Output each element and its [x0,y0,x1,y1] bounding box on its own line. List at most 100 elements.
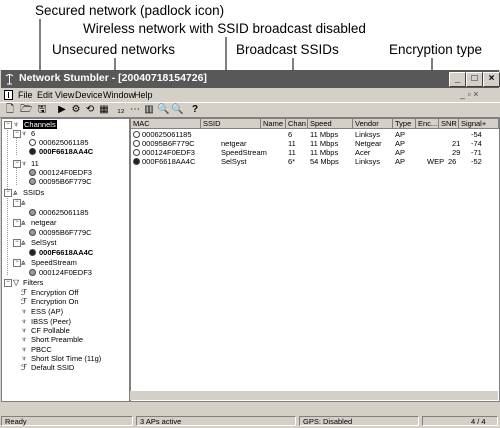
column-header-snr[interactable]: SNR [439,119,459,129]
help-icon[interactable]: ? [189,104,201,116]
signal-dot-icon [29,169,36,176]
sort-numeric-icon[interactable]: ₁₂ [115,104,127,116]
tree-ch6-ap-1[interactable]: 000625061185 [39,138,89,147]
tree-channel-11[interactable]: 11 [31,159,39,168]
netgear-toggle[interactable]: − [13,219,21,227]
filter-short-slot-time[interactable]: Short Slot Time (11g) [31,354,101,363]
ssid-icon: ⩓ [21,238,26,247]
channels-collapse-toggle[interactable]: − [4,121,12,129]
signal-dot-icon [29,229,36,236]
tree-ssid-blank-ap[interactable]: 000625061185 [39,208,89,217]
tree-ssids[interactable]: SSIDs [23,188,44,197]
row-3-mac[interactable]: 000F6618AA4C [142,157,195,166]
settings-icon[interactable]: ⚙ [70,104,82,116]
column-header-type[interactable]: Type [393,119,416,129]
menu-help[interactable]: Help [134,90,153,100]
ssids-collapse-toggle[interactable]: − [4,189,12,197]
ap-list-pane[interactable]: MAC SSID Name Chan Speed Vendor Type Enc… [130,118,500,402]
column-header-name[interactable]: Name [261,119,286,129]
tree-channels[interactable]: Channels [23,120,57,129]
filter-icon: ♆ [21,317,27,326]
column-header-signal[interactable]: Signal+ [459,119,499,129]
window-title: Network Stumbler - [20040718154726] [19,72,207,84]
open-folder-icon[interactable]: 🗁 [20,104,32,116]
row-3-chan: 6* [288,157,296,166]
column-header-mac[interactable]: MAC [131,119,201,129]
row-0-mac[interactable]: 000625061185 [142,130,192,139]
filter-icon: ℱ [21,297,28,306]
tree-view-icon[interactable]: ⋯ [129,104,141,116]
filter-icon: ℱ [21,363,28,372]
filter-encryption-off[interactable]: Encryption Off [31,288,78,297]
filter-icon: ♆ [21,354,27,363]
filters-collapse-toggle[interactable]: − [4,279,12,287]
tree-speedstream-ap[interactable]: 000124F0EDF3 [39,268,92,277]
filter-encryption-on[interactable]: Encryption On [31,297,79,306]
menu-window[interactable]: Window [103,90,135,100]
new-file-icon[interactable]: 🗋 [4,104,16,116]
table-view-icon[interactable]: ▥ [143,104,155,116]
menu-view[interactable]: View [55,90,74,100]
status-gps: GPS: Disabled [299,416,419,426]
column-header-vendor[interactable]: Vendor [353,119,393,129]
filter-default-ssid[interactable]: Default SSID [31,363,74,372]
column-header-encryption[interactable]: Enc... [416,119,439,129]
column-header-speed[interactable]: Speed [308,119,353,129]
tree-channel-6[interactable]: 6 [31,129,35,138]
row-3-signal: -52 [471,157,482,166]
ch11-collapse-toggle[interactable]: − [13,160,21,168]
filter-short-preamble[interactable]: Short Preamble [31,335,83,344]
maximize-button[interactable]: □ [466,72,483,87]
zoom-in-icon[interactable]: 🔍 [157,104,169,116]
play-scan-icon[interactable]: ▶ [56,104,68,116]
column-header-ssid[interactable]: SSID [201,119,261,129]
signal-dot-icon [29,249,36,256]
row-2-chan: 11 [288,148,296,157]
save-icon[interactable]: 🖫 [36,104,48,116]
tree-ssid-speedstream[interactable]: SpeedStream [31,258,77,267]
ssid-blank-toggle[interactable]: − [13,199,21,207]
mdi-window-controls[interactable]: _ ▫ × [460,89,478,99]
selsyst-toggle[interactable]: − [13,239,21,247]
unsecured-signal-icon [133,149,140,156]
tree-netgear-ap[interactable]: 00095B6F779C [39,228,92,237]
tree-ch11-ap-1[interactable]: 000124F0EDF3 [39,168,92,177]
tree-pane[interactable]: − ♆ Channels − ♆ 6 000625061185 000F6618… [1,118,130,402]
menu-device[interactable]: Device [75,90,103,100]
filter-cf-pollable[interactable]: CF Pollable [31,326,70,335]
close-button[interactable]: × [483,72,500,87]
horizontal-scrollbar[interactable] [130,391,498,400]
row-2-mac[interactable]: 000124F0EDF3 [142,148,195,157]
app-antenna-icon [5,74,14,85]
refresh-icon[interactable]: ⟲ [84,104,96,116]
secured-padlock-signal-icon [133,158,140,165]
filter-ess-ap[interactable]: ESS (AP) [31,307,63,316]
row-2-ssid: SpeedStream [221,148,267,157]
tree-ssid-netgear[interactable]: netgear [31,218,56,227]
filter-pbcc[interactable]: PBCC [31,345,52,354]
tree-ssid-selsyst[interactable]: SelSyst [31,238,56,247]
tree-filters[interactable]: Filters [23,278,43,287]
ssid-icon: ⩓ [21,198,26,207]
document-antenna-icon [4,90,13,100]
tree-ch11-ap-2[interactable]: 00095B6F779C [39,177,92,186]
row-3-vendor: Linksys [355,157,381,166]
row-1-mac[interactable]: 00095B6F779C [142,139,195,148]
filter-ibss-peer[interactable]: IBSS (Peer) [31,317,71,326]
row-1-ssid: netgear [221,139,247,148]
speedstream-toggle[interactable]: − [13,259,21,267]
minimize-button[interactable]: _ [449,72,466,87]
ch6-collapse-toggle[interactable]: − [13,130,21,138]
antenna-icon: ♆ [13,120,19,129]
filter-icon: ℱ [21,288,28,297]
grid-icon[interactable]: ▦ [98,104,110,116]
toolbar: 🗋 🗁 🖫 ▶ ⚙ ⟲ ▦ ₁₂ ⋯ ▥ 🔍 🔍 ? [0,102,500,118]
row-1-signal: -74 [471,139,482,148]
zoom-out-icon[interactable]: 🔍 [171,104,183,116]
menu-edit[interactable]: Edit [37,90,53,100]
tree-ch6-ap-2[interactable]: 000F6618AA4C [39,147,93,156]
row-0-vendor: Linksys [355,130,381,139]
column-header-chan[interactable]: Chan [286,119,308,129]
tree-selsyst-ap[interactable]: 000F6618AA4C [39,248,93,257]
menu-file[interactable]: File [18,90,33,100]
